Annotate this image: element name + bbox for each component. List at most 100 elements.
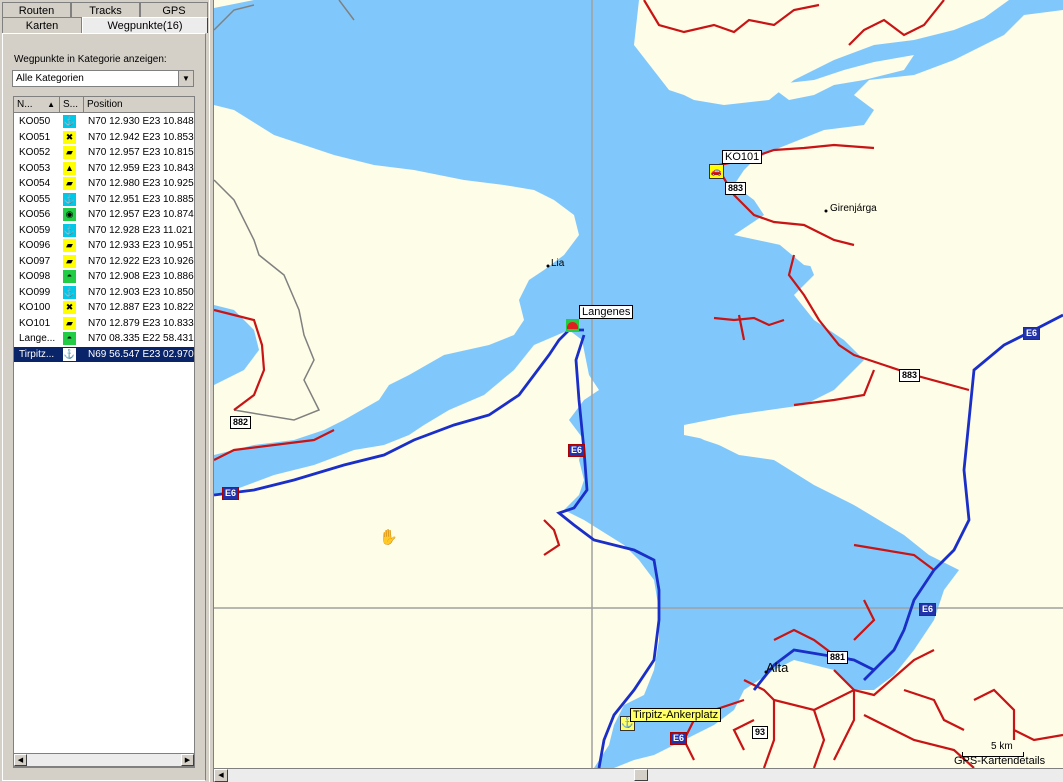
list-item[interactable]: Lange... ◓ N70 08.335 E22 58.431 [14, 331, 194, 346]
tab-tracks[interactable]: Tracks [71, 2, 140, 18]
anchor-down-icon: ⚓ [63, 192, 76, 206]
tab-routen[interactable]: Routen [2, 2, 71, 18]
half-circle-icon [567, 322, 578, 329]
road-shield-93: 93 [752, 726, 769, 739]
car-icon: ▰ [63, 146, 76, 159]
list-item[interactable]: KO100 ✖ N70 12.887 E23 10.822 [14, 300, 194, 315]
girenjarga-dot [824, 209, 828, 213]
scroll-left-icon[interactable]: ◀ [214, 769, 228, 782]
road-shield-e6: E6 [919, 603, 937, 616]
list-item[interactable]: KO096 ▰ N70 12.933 E23 10.951 [14, 238, 194, 253]
hand-cursor-icon: ✋ [379, 529, 398, 546]
waypoint-position: N70 12.928 E23 11.021 [88, 224, 193, 236]
list-item[interactable]: KO097 ▰ N70 12.922 E23 10.926 [14, 254, 194, 269]
car-icon: ▰ [63, 316, 76, 330]
list-item[interactable]: KO054 ▰ N70 12.980 E23 10.925 [14, 176, 194, 191]
anchor-down-icon: ⚓ [63, 223, 76, 237]
waypoint-name: KO054 [19, 178, 51, 189]
waypoint-position: N70 12.908 E23 10.886 [88, 271, 194, 282]
waypoint-position: N70 12.933 E23 10.951 [88, 240, 194, 251]
waypoint-name: KO101 [19, 317, 51, 329]
list-item[interactable]: Tirpitz... ⚓ N69 56.547 E23 02.970 [14, 346, 194, 362]
map-scale-label: 5 km [991, 741, 1013, 752]
waypoint-ko101-label[interactable]: KO101 [722, 150, 763, 164]
chevron-down-icon[interactable]: ▼ [178, 71, 193, 86]
waypoint-position: N70 12.879 E23 10.833 [88, 317, 194, 329]
waypoint-name: KO100 [19, 302, 51, 313]
map-canvas[interactable]: 🚗 KO101 Langenes ⚓ Tirpitz-Ankerplatz Li… [214, 0, 1063, 768]
column-header-position[interactable]: Position [84, 97, 194, 112]
waypoint-tirpitz-label[interactable]: Tirpitz-Ankerplatz [630, 708, 722, 722]
list-item[interactable]: KO050 ⚓ N70 12.930 E23 10.848 [14, 114, 194, 129]
scroll-right-icon[interactable]: ▶ [181, 754, 194, 766]
place-label-alta: Alta [766, 660, 789, 675]
waypoint-langenes-marker[interactable] [566, 319, 579, 332]
road-shield-881: 881 [827, 651, 849, 664]
anchor-down-icon: ⚓ [63, 115, 76, 128]
list-item[interactable]: KO053 ▲ N70 12.959 E23 10.843 [14, 161, 194, 176]
half-circle-icon: ◓ [63, 332, 76, 345]
waypoint-name: KO098 [19, 271, 51, 282]
tab-wegpunkte[interactable]: Wegpunkte(16) [82, 17, 208, 33]
shipwreck-icon: ✖ [63, 301, 76, 314]
waypoint-list[interactable]: N... ▲ S... Position KO050 ⚓ N70 12.930 E23… [13, 96, 195, 768]
half-circle-icon: ◓ [63, 270, 76, 283]
waypoint-position: N69 56.547 E23 02.970 [88, 348, 194, 360]
waypoint-position: N70 12.980 E23 10.925 [88, 178, 194, 189]
waypoint-position: N70 12.942 E23 10.853 [88, 131, 194, 143]
list-item[interactable]: KO098 ◓ N70 12.908 E23 10.886 [14, 269, 194, 284]
road-shield-e6: E6 [222, 487, 240, 500]
road-shield-e6: E6 [1023, 327, 1041, 340]
waypoint-position: N70 12.903 E23 10.850 [88, 286, 194, 298]
waypoint-position: N70 12.922 E23 10.926 [88, 255, 194, 267]
waypoint-position: N70 12.959 E23 10.843 [88, 162, 194, 174]
list-item[interactable]: KO056 ◉ N70 12.957 E23 10.874 [14, 207, 194, 222]
list-item[interactable]: KO052 ▰ N70 12.957 E23 10.815 [14, 145, 194, 160]
scroll-thumb[interactable] [634, 769, 648, 781]
waypoint-position: N70 12.930 E23 10.848 [88, 116, 194, 127]
list-horizontal-scrollbar[interactable]: ◀ ▶ [13, 753, 195, 767]
road-shield-e6: E6 [568, 444, 586, 457]
map-horizontal-scrollbar[interactable]: ◀ [214, 768, 1063, 782]
waypoint-name: KO055 [19, 193, 51, 205]
tab-gps[interactable]: GPS [140, 2, 208, 18]
waypoint-name: KO099 [19, 286, 51, 298]
waypoint-position: N70 12.957 E23 10.874 [88, 209, 194, 220]
list-item[interactable]: KO101 ▰ N70 12.879 E23 10.833 [14, 316, 194, 331]
waypoint-name: KO050 [19, 116, 51, 127]
list-item[interactable]: KO059 ⚓ N70 12.928 E23 11.021 [14, 223, 194, 238]
waypoint-name: KO051 [19, 131, 51, 143]
map-graphics [214, 0, 1063, 768]
scroll-left-icon[interactable]: ◀ [14, 754, 27, 766]
road-shield-e6: E6 [670, 732, 688, 745]
waypoint-position: N70 12.887 E23 10.822 [88, 302, 194, 313]
category-select-value: Alle Kategorien [16, 73, 84, 84]
category-label: Wegpunkte in Kategorie anzeigen: [14, 54, 167, 65]
waypoint-name: KO053 [19, 162, 51, 174]
west-water [214, 305, 259, 385]
column-header-symbol[interactable]: S... [60, 97, 84, 112]
list-item[interactable]: KO055 ⚓ N70 12.951 E23 10.885 [14, 192, 194, 207]
lia-dot [546, 264, 550, 268]
waypoint-name: Tirpitz... [19, 348, 55, 360]
waypoint-ko101-marker[interactable]: 🚗 [709, 164, 724, 179]
place-label-girenjarga: Girenjárga [830, 203, 877, 214]
waypoint-position: N70 12.951 E23 10.885 [88, 193, 194, 205]
tab-karten[interactable]: Karten [2, 17, 82, 33]
waypoint-name: KO056 [19, 209, 51, 220]
anchor-down-icon: ⚓ [63, 285, 76, 299]
car-icon: ▰ [63, 177, 76, 190]
category-select[interactable]: Alle Kategorien ▼ [12, 70, 194, 87]
list-item[interactable]: KO051 ✖ N70 12.942 E23 10.853 [14, 130, 194, 145]
list-item[interactable]: KO099 ⚓ N70 12.903 E23 10.850 [14, 285, 194, 300]
waypoint-name: KO059 [19, 224, 51, 236]
waypoint-name: KO097 [19, 255, 51, 267]
map-details-label: GPS-Kartendetails [954, 755, 1046, 767]
road-shield-883: 883 [725, 182, 747, 195]
waypoint-langenes-label[interactable]: Langenes [579, 305, 634, 319]
sort-asc-icon: ▲ [47, 100, 55, 109]
column-header-name[interactable]: N... ▲ [14, 97, 60, 112]
road-shield-882: 882 [230, 416, 252, 429]
waypoint-name: Lange... [19, 333, 56, 344]
road-shield-883: 883 [899, 369, 921, 382]
